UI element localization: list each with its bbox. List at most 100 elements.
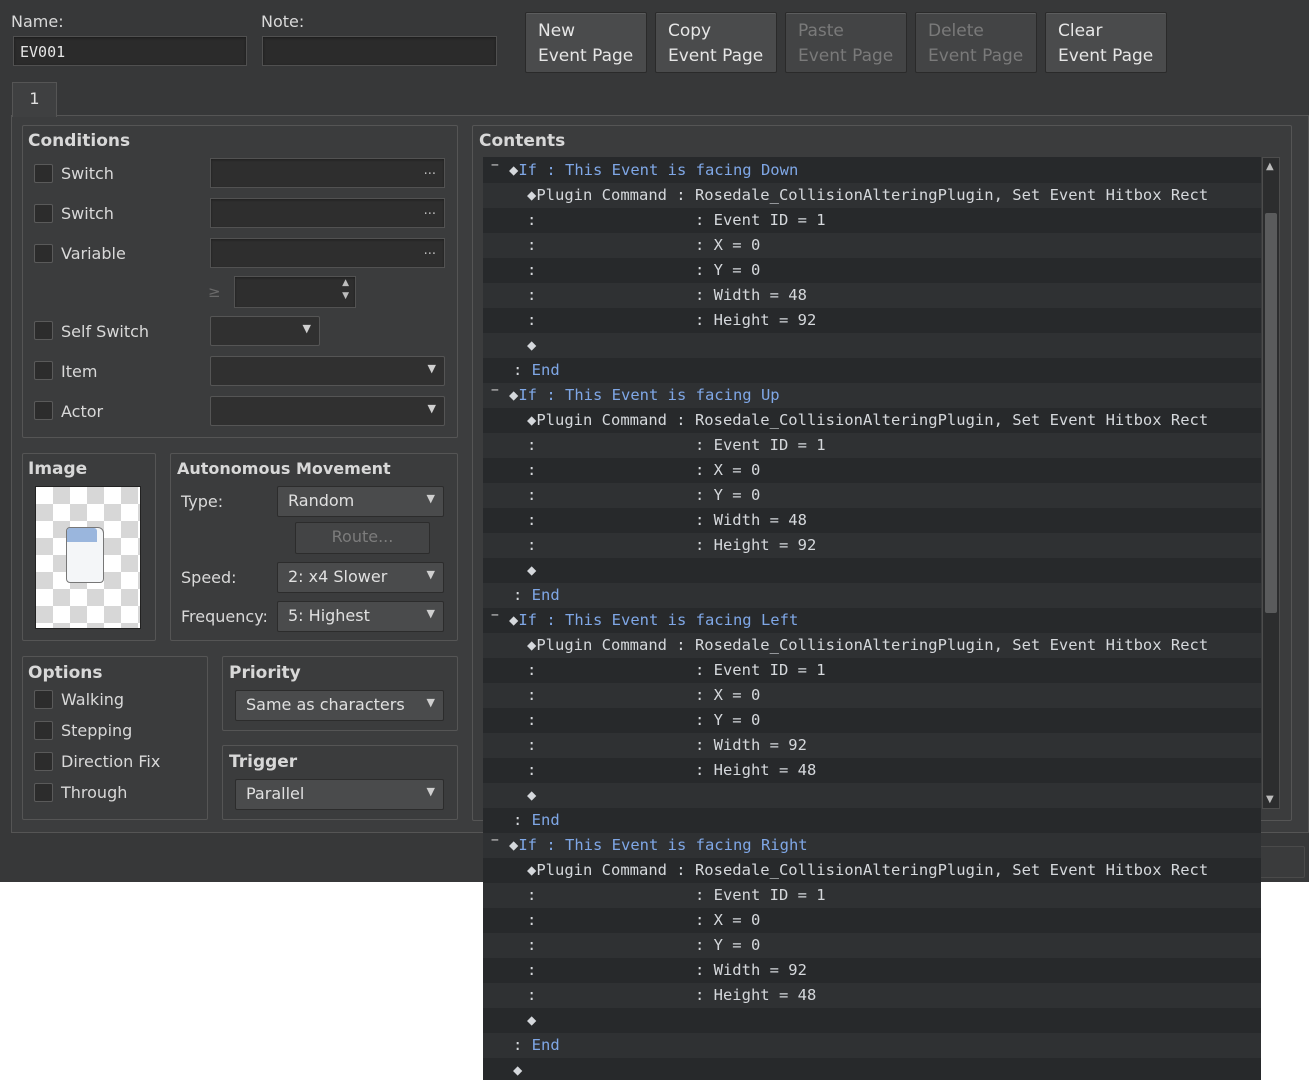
item-checkbox[interactable] bbox=[34, 361, 53, 380]
scroll-down-icon[interactable]: ▼ bbox=[1266, 794, 1274, 805]
through-checkbox[interactable] bbox=[34, 783, 53, 802]
variable-selector[interactable]: ... bbox=[210, 238, 445, 268]
command-row[interactable]: ◆ bbox=[483, 1058, 1261, 1080]
priority-dropdown[interactable]: Same as characters ▼ bbox=[235, 690, 444, 721]
chevron-down-icon: ▼ bbox=[426, 568, 435, 581]
command-row[interactable]: : : Y = 0 bbox=[483, 258, 1261, 283]
command-row[interactable]: ◆ bbox=[483, 783, 1261, 808]
walking-checkbox[interactable] bbox=[34, 690, 53, 709]
command-text: ◆ bbox=[527, 561, 537, 579]
command-row[interactable]: : : X = 0 bbox=[483, 908, 1261, 933]
scrollbar-thumb[interactable] bbox=[1265, 213, 1277, 613]
command-row[interactable]: : : Height = 92 bbox=[483, 533, 1261, 558]
scroll-up-icon[interactable]: ▲ bbox=[1266, 161, 1274, 172]
copy-event-page-button[interactable]: Copy Event Page bbox=[655, 12, 777, 73]
collapse-icon[interactable]: − bbox=[491, 157, 499, 178]
speed-dropdown[interactable]: 2: x4 Slower ▼ bbox=[277, 562, 444, 593]
name-input[interactable]: EV001 bbox=[13, 36, 247, 66]
command-row[interactable]: − ◆If : This Event is facing Down bbox=[483, 158, 1261, 183]
command-row[interactable]: : : Event ID = 1 bbox=[483, 433, 1261, 458]
frequency-dropdown[interactable]: 5: Highest ▼ bbox=[277, 601, 444, 632]
command-text: ◆Plugin Command : Rosedale_CollisionAlte… bbox=[527, 636, 1209, 654]
event-image-preview[interactable] bbox=[35, 486, 141, 629]
command-row[interactable]: ◆Plugin Command : Rosedale_CollisionAlte… bbox=[483, 183, 1261, 208]
stepper-down-icon[interactable]: ▼ bbox=[342, 291, 349, 301]
chevron-down-icon: ▼ bbox=[426, 492, 435, 505]
trigger-dropdown[interactable]: Parallel ▼ bbox=[235, 779, 444, 810]
switch2-selector[interactable]: ... bbox=[210, 198, 445, 228]
command-row[interactable]: ◆Plugin Command : Rosedale_CollisionAlte… bbox=[483, 858, 1261, 883]
variable-checkbox[interactable] bbox=[34, 244, 53, 263]
command-text: : bbox=[513, 586, 532, 604]
tab-page-1[interactable]: 1 bbox=[12, 82, 57, 117]
command-row[interactable]: : : X = 0 bbox=[483, 233, 1261, 258]
collapse-icon[interactable]: − bbox=[491, 378, 499, 403]
command-row[interactable]: ◆Plugin Command : Rosedale_CollisionAlte… bbox=[483, 633, 1261, 658]
note-input[interactable] bbox=[262, 36, 497, 66]
contents-scrollbar[interactable]: ▲ ▼ bbox=[1262, 157, 1280, 809]
clear-event-page-button[interactable]: Clear Event Page bbox=[1045, 12, 1167, 73]
command-row[interactable]: : : Height = 48 bbox=[483, 758, 1261, 783]
command-content: ◆ bbox=[513, 1058, 522, 1080]
command-content: : : X = 0 bbox=[527, 458, 760, 483]
command-row[interactable]: : End bbox=[483, 808, 1261, 833]
collapse-icon[interactable]: − bbox=[491, 828, 499, 853]
collapse-icon[interactable]: − bbox=[491, 603, 499, 628]
command-row[interactable]: : : Event ID = 1 bbox=[483, 883, 1261, 908]
command-row[interactable]: : End bbox=[483, 358, 1261, 383]
direction-fix-checkbox[interactable] bbox=[34, 752, 53, 771]
command-row[interactable]: ◆ bbox=[483, 333, 1261, 358]
command-content: : : Y = 0 bbox=[527, 708, 760, 733]
self-switch-dropdown[interactable]: ▼ bbox=[210, 316, 320, 346]
item-dropdown[interactable]: ▼ bbox=[210, 356, 445, 386]
command-row[interactable]: : : X = 0 bbox=[483, 683, 1261, 708]
paste-event-page-button[interactable]: Paste Event Page bbox=[785, 12, 907, 73]
command-text: : : Height = 92 bbox=[527, 536, 817, 554]
command-row[interactable]: − ◆If : This Event is facing Left bbox=[483, 608, 1261, 633]
command-row[interactable]: : End bbox=[483, 1033, 1261, 1058]
command-row[interactable]: : : Event ID = 1 bbox=[483, 658, 1261, 683]
command-row[interactable]: : : Y = 0 bbox=[483, 933, 1261, 958]
command-row[interactable]: : End bbox=[483, 583, 1261, 608]
command-text: : : Event ID = 1 bbox=[527, 886, 826, 904]
self-switch-checkbox[interactable] bbox=[34, 321, 53, 340]
switch1-checkbox[interactable] bbox=[34, 164, 53, 183]
stepper-up-icon[interactable]: ▲ bbox=[342, 278, 349, 288]
variable-value-stepper[interactable]: ▲ ▼ bbox=[234, 276, 356, 308]
command-content: ◆Plugin Command : Rosedale_CollisionAlte… bbox=[527, 408, 1208, 433]
command-row[interactable]: : : Y = 0 bbox=[483, 708, 1261, 733]
command-text: If : This Event is facing Down bbox=[518, 161, 799, 179]
command-row[interactable]: : : Height = 92 bbox=[483, 308, 1261, 333]
route-button[interactable]: Route... bbox=[295, 522, 430, 554]
actor-dropdown[interactable]: ▼ bbox=[210, 396, 445, 426]
command-row[interactable]: ◆Plugin Command : Rosedale_CollisionAlte… bbox=[483, 408, 1261, 433]
command-row[interactable]: : : Width = 92 bbox=[483, 958, 1261, 983]
command-content: ◆ bbox=[527, 558, 536, 583]
command-text: If : This Event is facing Up bbox=[518, 386, 780, 404]
actor-checkbox[interactable] bbox=[34, 401, 53, 420]
switch1-selector[interactable]: ... bbox=[210, 158, 445, 188]
command-text: : : Y = 0 bbox=[527, 711, 761, 729]
command-row[interactable]: − ◆If : This Event is facing Up bbox=[483, 383, 1261, 408]
command-row[interactable]: ◆ bbox=[483, 558, 1261, 583]
command-row[interactable]: : : Width = 48 bbox=[483, 508, 1261, 533]
event-command-list[interactable]: − ◆If : This Event is facing Down ◆Plugin … bbox=[483, 157, 1261, 1080]
command-content: ◆If : This Event is facing Up bbox=[509, 383, 780, 408]
command-row[interactable]: : : X = 0 bbox=[483, 458, 1261, 483]
delete-event-page-button[interactable]: Delete Event Page bbox=[915, 12, 1037, 73]
type-dropdown[interactable]: Random ▼ bbox=[277, 486, 444, 517]
command-row[interactable]: − ◆If : This Event is facing Right bbox=[483, 833, 1261, 858]
command-content: : : Event ID = 1 bbox=[527, 208, 826, 233]
command-row[interactable]: ◆ bbox=[483, 1008, 1261, 1033]
command-text: ◆ bbox=[527, 786, 537, 804]
command-row[interactable]: : : Width = 48 bbox=[483, 283, 1261, 308]
frequency-label: Frequency: bbox=[181, 607, 268, 626]
stepping-checkbox[interactable] bbox=[34, 721, 53, 740]
command-row[interactable]: : : Y = 0 bbox=[483, 483, 1261, 508]
command-row[interactable]: : : Width = 92 bbox=[483, 733, 1261, 758]
new-event-page-button[interactable]: New Event Page bbox=[525, 12, 647, 73]
switch1-label: Switch bbox=[61, 164, 114, 183]
command-row[interactable]: : : Height = 48 bbox=[483, 983, 1261, 1008]
switch2-checkbox[interactable] bbox=[34, 204, 53, 223]
command-row[interactable]: : : Event ID = 1 bbox=[483, 208, 1261, 233]
